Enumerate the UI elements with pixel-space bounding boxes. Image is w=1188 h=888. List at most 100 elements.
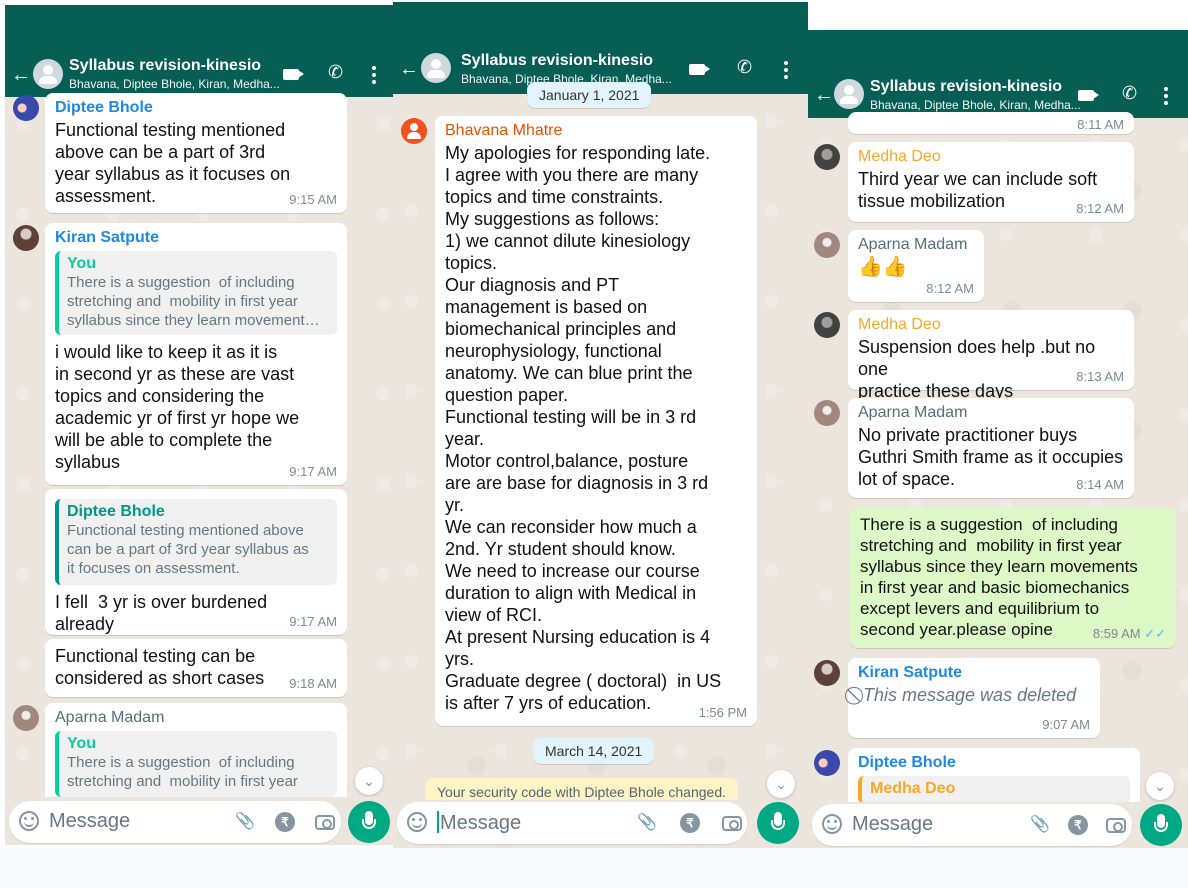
quote-text: There is a suggestion of including stret…: [67, 274, 320, 329]
rupee-icon[interactable]: ₹: [275, 812, 295, 832]
phone-icon[interactable]: ✆: [1122, 83, 1137, 104]
camera-icon[interactable]: [722, 816, 742, 831]
message-bubble[interactable]: Functional testing can be considered as …: [45, 639, 347, 697]
message-input[interactable]: Message 📎 ₹: [397, 802, 747, 844]
back-arrow-icon[interactable]: ←: [11, 64, 31, 87]
message-text: My apologies for responding late. I agre…: [445, 143, 722, 713]
chat-title[interactable]: Syllabus revision-kinesio: [461, 52, 653, 70]
chat-subtitle[interactable]: Bhavana, Diptee Bhole, Kiran, Medha...: [870, 98, 1081, 112]
avatar[interactable]: [814, 312, 840, 338]
reply-quote[interactable]: You There is a suggestion of including s…: [55, 731, 337, 797]
message-time: 9:18 AM: [289, 676, 337, 691]
avatar[interactable]: [814, 144, 840, 170]
message-text: There is a suggestion of including stret…: [860, 515, 1138, 639]
message-placeholder[interactable]: Message: [437, 811, 521, 835]
mic-button[interactable]: [757, 802, 799, 844]
menu-dots-icon[interactable]: [372, 66, 376, 87]
camera-icon[interactable]: [1106, 818, 1126, 833]
message-time: 8:12 AM: [926, 281, 974, 296]
message-time: 8:12 AM: [1076, 201, 1124, 216]
message-bubble[interactable]: 8:11 AM: [848, 112, 1134, 134]
reply-quote[interactable]: Diptee Bhole Functional testing mentione…: [55, 499, 337, 585]
avatar[interactable]: [13, 225, 39, 251]
chat-subtitle[interactable]: Bhavana, Diptee Bhole, Kiran, Medha...: [69, 77, 280, 91]
app-bar: ← Syllabus revision-kinesio Bhavana, Dip…: [808, 30, 1188, 118]
reply-quote[interactable]: You There is a suggestion of including s…: [55, 251, 337, 335]
read-receipt-icon: ✓✓: [1144, 626, 1166, 641]
rupee-icon[interactable]: ₹: [680, 813, 700, 833]
message-text: i would like to keep it as it is in seco…: [55, 342, 300, 472]
message-time: 8:59 AM ✓✓: [1093, 626, 1166, 642]
chat-title[interactable]: Syllabus revision-kinesio: [69, 57, 261, 75]
group-avatar-icon[interactable]: [834, 79, 864, 109]
chevron-down-icon: ⌄: [775, 776, 787, 792]
chat-panel-3: ← Syllabus revision-kinesio Bhavana, Dip…: [808, 30, 1188, 850]
avatar[interactable]: [13, 705, 39, 731]
phone-icon[interactable]: ✆: [328, 62, 343, 83]
message-bubble[interactable]: Diptee Bhole Functional testing mentione…: [45, 489, 347, 635]
deleted-message: ⃠ This message was deleted: [858, 684, 1090, 706]
message-input[interactable]: Message 📎 ₹: [812, 804, 1132, 846]
message-sender: Bhavana Mhatre: [445, 122, 563, 139]
message-time: 8:13 AM: [1076, 369, 1124, 384]
message-sender: Kiran Satpute: [55, 229, 160, 246]
chat-title[interactable]: Syllabus revision-kinesio: [870, 78, 1062, 96]
quote-text: There is a suggestion of including stret…: [67, 754, 298, 790]
deleted-text: This message was deleted: [863, 685, 1077, 705]
message-bubble[interactable]: Diptee Bhole Functional testing mentione…: [45, 93, 347, 213]
message-time: 9:15 AM: [289, 192, 337, 207]
date-chip: January 1, 2021: [527, 82, 652, 108]
avatar[interactable]: [814, 750, 840, 776]
message-sender: Diptee Bhole: [55, 99, 153, 116]
quote-author: Diptee Bhole: [67, 503, 165, 520]
emoji-icon[interactable]: [407, 812, 427, 832]
attach-icon[interactable]: 📎: [235, 812, 255, 832]
avatar[interactable]: [814, 660, 840, 686]
avatar[interactable]: [13, 95, 39, 121]
message-text: 👍👍: [858, 256, 908, 278]
message-bubble[interactable]: Aparna Madam No private practitioner buy…: [848, 398, 1134, 498]
quote-author: Medha Deo: [870, 780, 956, 797]
mic-button[interactable]: [348, 801, 390, 843]
message-bubble-outgoing[interactable]: There is a suggestion of including stret…: [850, 508, 1176, 648]
text-cursor: [437, 811, 439, 833]
message-placeholder[interactable]: Message: [852, 813, 933, 836]
back-arrow-icon[interactable]: ←: [399, 58, 419, 81]
message-input[interactable]: Message 📎 ₹: [9, 801, 341, 843]
back-arrow-icon[interactable]: ←: [814, 84, 834, 107]
video-call-icon[interactable]: [283, 69, 304, 80]
video-call-icon[interactable]: [1078, 90, 1099, 101]
menu-dots-icon[interactable]: [1164, 87, 1168, 108]
message-sender: Aparna Madam: [858, 236, 968, 253]
attach-icon[interactable]: 📎: [1030, 815, 1050, 835]
message-bubble[interactable]: Bhavana Mhatre My apologies for respondi…: [435, 116, 757, 726]
avatar[interactable]: [814, 400, 840, 426]
emoji-icon[interactable]: [19, 811, 39, 831]
message-sender: Kiran Satpute: [858, 664, 963, 681]
scroll-down-button[interactable]: ⌄: [355, 767, 383, 795]
quote-author: You: [67, 255, 97, 272]
avatar[interactable]: [401, 118, 427, 144]
rupee-icon[interactable]: ₹: [1068, 815, 1088, 835]
avatar[interactable]: [814, 232, 840, 258]
group-avatar-icon[interactable]: [33, 59, 63, 89]
group-avatar-icon[interactable]: [421, 53, 451, 83]
message-bubble[interactable]: Medha Deo Third year we can include soft…: [848, 142, 1134, 222]
scroll-down-button[interactable]: ⌄: [767, 770, 795, 798]
attach-icon[interactable]: 📎: [637, 813, 657, 833]
message-bubble[interactable]: Kiran Satpute ⃠ This message was deleted…: [848, 658, 1100, 738]
menu-dots-icon[interactable]: [784, 61, 788, 82]
app-bar: ← Syllabus revision-kinesio Bhavana, Dip…: [5, 5, 393, 97]
emoji-icon[interactable]: [822, 814, 842, 834]
message-bubble[interactable]: Aparna Madam 👍👍 8:12 AM: [848, 230, 984, 302]
message-bubble[interactable]: Kiran Satpute You There is a suggestion …: [45, 223, 347, 485]
scroll-down-button[interactable]: ⌄: [1146, 772, 1174, 800]
message-bubble[interactable]: Medha Deo Suspension does help .but no o…: [848, 310, 1134, 401]
video-call-icon[interactable]: [689, 64, 710, 75]
quote-author: You: [67, 735, 97, 752]
message-placeholder[interactable]: Message: [49, 810, 130, 833]
reply-quote[interactable]: Medha Deo: [858, 776, 1130, 804]
phone-icon[interactable]: ✆: [737, 57, 752, 78]
mic-button[interactable]: [1140, 804, 1182, 846]
camera-icon[interactable]: [315, 815, 335, 830]
